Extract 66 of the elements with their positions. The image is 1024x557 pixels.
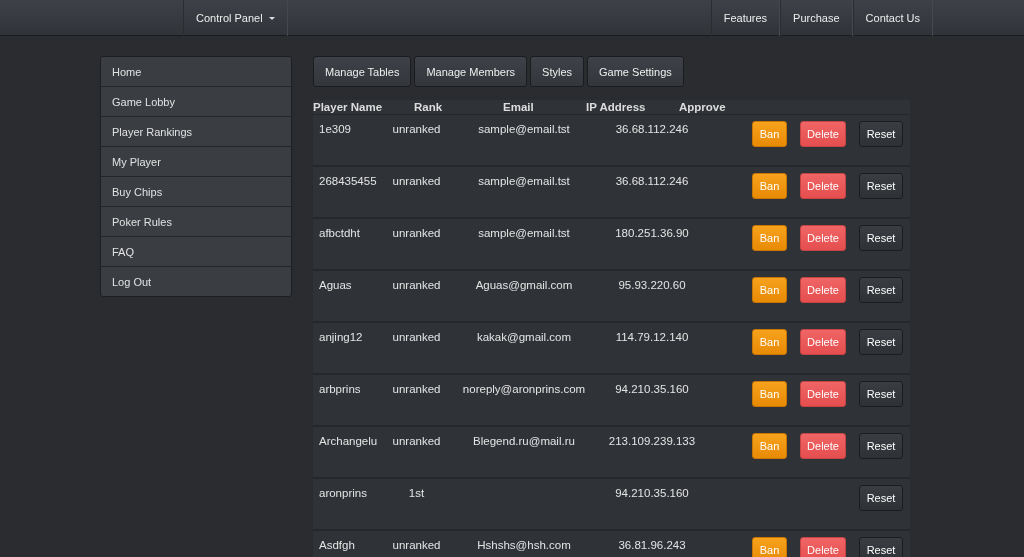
email-cell: Hshshs@hsh.com (477, 539, 571, 551)
tab-button[interactable]: Manage Tables (313, 56, 412, 87)
player-name: 268435455 (319, 175, 377, 187)
email-cell: Blegend.ru@mail.ru (473, 435, 575, 447)
ip-cell: 94.210.35.160 (615, 383, 689, 395)
sidebar-item[interactable]: Game Lobby (101, 86, 291, 116)
player-name: Aguas (319, 279, 352, 291)
nav-link[interactable]: Features (710, 0, 781, 36)
reset-button[interactable]: Reset (859, 485, 903, 511)
reset-button[interactable]: Reset (859, 381, 903, 407)
rank-cell: unranked (392, 435, 441, 447)
sidebar-item[interactable]: Buy Chips (101, 176, 291, 206)
email-cell: sample@email.tst (478, 175, 570, 187)
reset-button[interactable]: Reset (859, 121, 903, 147)
caret-icon (268, 16, 275, 20)
reset-button[interactable]: Reset (859, 225, 903, 251)
column-header: Email (503, 101, 535, 113)
player-name: aronprins (319, 487, 367, 499)
email-cell: sample@email.tst (478, 123, 570, 135)
reset-button[interactable]: Reset (859, 277, 903, 303)
ip-cell: 36.68.112.246 (615, 175, 689, 187)
sidebar-item[interactable]: My Player (101, 146, 291, 176)
reset-button[interactable]: Reset (859, 433, 903, 459)
sidebar-item[interactable]: Poker Rules (101, 206, 291, 236)
player-name: 1e309 (319, 123, 351, 135)
column-header: Player Name (313, 101, 384, 113)
rank-cell: unranked (392, 331, 441, 343)
sidebar-item[interactable]: Log Out (101, 266, 291, 296)
sidebar-item[interactable]: FAQ (101, 236, 291, 266)
ip-cell: 94.210.35.160 (615, 487, 689, 499)
column-header: IP Address (586, 101, 647, 113)
ip-cell: 213.109.239.133 (608, 435, 696, 447)
email-cell: noreply@aronprins.com (462, 383, 586, 395)
player-name: afbctdht (319, 227, 360, 239)
player-name: Archangelu (319, 435, 378, 447)
reset-button[interactable]: Reset (859, 329, 903, 355)
control-panel-menu[interactable]: Control Panel (183, 0, 288, 36)
column-header: Approve (679, 101, 727, 113)
email-cell: kakak@gmail.com (476, 331, 572, 343)
rank-cell: 1st (408, 487, 425, 499)
sidebar-item[interactable]: Home (101, 57, 291, 86)
rank-cell: unranked (392, 123, 441, 135)
ip-cell: 180.251.36.90 (615, 227, 689, 239)
column-header: Rank (414, 101, 444, 113)
rank-cell: unranked (392, 539, 441, 551)
rank-cell: unranked (392, 227, 441, 239)
player-name: arbprins (319, 383, 361, 395)
email-cell: sample@email.tst (478, 227, 570, 239)
tab-button[interactable]: Styles (530, 56, 585, 87)
nav-link[interactable]: Contact Us (852, 0, 933, 36)
rank-cell: unranked (392, 175, 441, 187)
rank-cell: unranked (392, 279, 441, 291)
email-cell: Aguas@gmail.com (475, 279, 573, 291)
ip-cell: 95.93.220.60 (618, 279, 686, 291)
player-name: anjing12 (319, 331, 363, 343)
ip-cell: 114.79.12.140 (615, 331, 689, 343)
tab-button[interactable]: Manage Members (414, 56, 528, 87)
player-name: Asdfgh (319, 539, 355, 551)
ip-cell: 36.81.96.243 (618, 539, 686, 551)
rank-cell: unranked (392, 383, 441, 395)
tab-button[interactable]: Game Settings (587, 56, 684, 87)
reset-button[interactable]: Reset (859, 173, 903, 199)
ip-cell: 36.68.112.246 (615, 123, 689, 135)
reset-button[interactable]: Reset (859, 537, 903, 557)
nav-link[interactable]: Purchase (780, 0, 853, 36)
sidebar-item[interactable]: Player Rankings (101, 116, 291, 146)
